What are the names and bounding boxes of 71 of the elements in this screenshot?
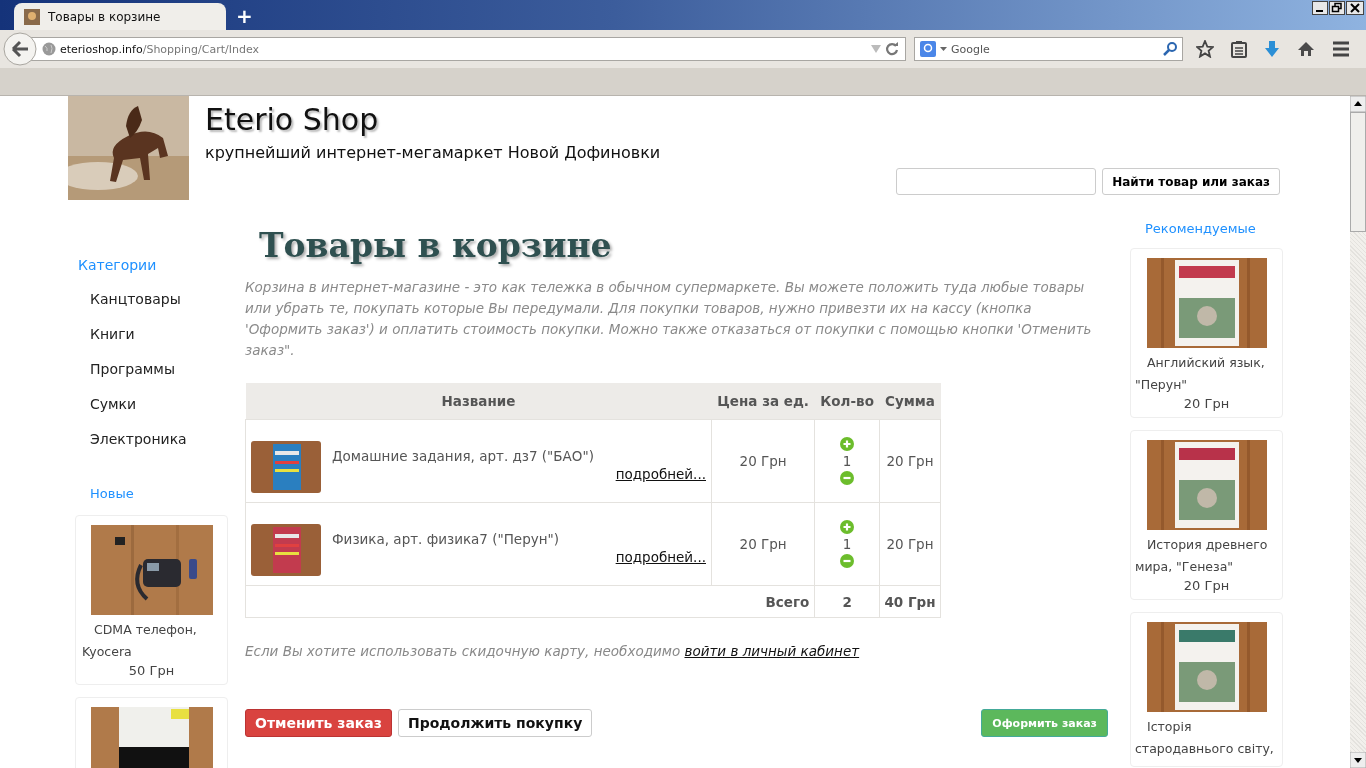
- back-icon[interactable]: [3, 32, 37, 66]
- category-link[interactable]: Электроника: [90, 431, 236, 448]
- product-card[interactable]: История древнего мира, "Генеза" 20 Грн: [1130, 430, 1283, 600]
- google-icon: [920, 41, 936, 57]
- clipboard-icon[interactable]: [1231, 40, 1247, 58]
- item-name: Физика, арт. физика7 ("Перун"): [332, 531, 560, 547]
- category-link[interactable]: Программы: [90, 361, 236, 378]
- product-price: 50 Грн: [127, 663, 176, 678]
- product-name: Английский язык, "Перун": [1135, 354, 1266, 394]
- table-cell: 20 Грн: [879, 419, 941, 503]
- total-label: Всего: [765, 593, 810, 610]
- intro-text: Корзина в интернет-магазине - это как тележка в обычном супермаркете. Вы можете положить туда любые товары или убрать те, покупать которые Вы передумали. Для покупки товаров, нужно привезти их на кассу (кнопка 'Оформить заказ') и оплатить стоимость покупки. Можно также отказаться от покупки с помощью кнопки 'Отменить заказ".: [245, 278, 1093, 360]
- item-name: Домашние задания, арт. дз7 ("БАО"): [332, 448, 595, 464]
- category-link[interactable]: Канцтовары: [90, 291, 236, 308]
- recommended-heading: Рекомендуемые: [1145, 221, 1257, 236]
- home-icon[interactable]: [1297, 41, 1315, 57]
- column-header: Цена за ед.: [711, 383, 815, 420]
- table-cell: 40 Грн: [879, 585, 941, 618]
- download-icon[interactable]: [1264, 40, 1280, 58]
- menu-icon[interactable]: [1332, 41, 1350, 57]
- column-header: Название: [245, 383, 712, 420]
- quantity: 1: [842, 453, 852, 469]
- details-link[interactable]: подробней...: [615, 549, 706, 565]
- product-card[interactable]: CDMA телефон, Kyocera 50 Грн: [75, 515, 228, 685]
- globe-icon: [42, 42, 56, 56]
- page-heading: Товары в корзине: [259, 226, 613, 265]
- product-card[interactable]: Английский язык, "Перун" 20 Грн: [1130, 248, 1283, 418]
- search-icon[interactable]: [1163, 42, 1177, 56]
- category-link[interactable]: Книги: [90, 326, 236, 343]
- restore-icon[interactable]: [1329, 1, 1345, 15]
- column-header: Кол-во: [814, 383, 880, 420]
- column-header: Сумма: [879, 383, 941, 420]
- star-icon[interactable]: [1196, 40, 1214, 58]
- scroll-down-icon[interactable]: [1350, 752, 1366, 768]
- tab-title: Товары в корзине: [48, 9, 161, 24]
- categories-heading: Категории: [78, 257, 158, 273]
- details-link[interactable]: подробней...: [615, 466, 706, 482]
- product-name: CDMA телефон, Kyocera: [82, 621, 198, 661]
- table-cell: 20 Грн: [711, 502, 815, 586]
- url-text: eterioshop.info/Shopping/Cart/Index: [60, 42, 261, 56]
- new-tab-button[interactable]: +: [236, 3, 253, 30]
- address-bar[interactable]: eterioshop.info/Shopping/Cart/Index: [29, 37, 906, 61]
- product-price: 20 Грн: [1182, 578, 1231, 593]
- search-bar[interactable]: Google: [914, 37, 1183, 61]
- new-products-heading: Новые: [90, 486, 135, 501]
- login-link[interactable]: войти в личный кабинет: [684, 643, 860, 659]
- product-price: 20 Грн: [1182, 396, 1231, 411]
- search-placeholder: Google: [951, 42, 991, 56]
- favicon-icon: [24, 8, 40, 25]
- discount-text: Если Вы хотите использовать скидочную карту, необходимо войти в личный кабинет: [245, 643, 861, 659]
- product-name: История древнего мира, "Генеза": [1135, 536, 1269, 576]
- scrollbar-thumb[interactable]: [1350, 112, 1366, 232]
- search-button[interactable]: Найти товар или заказ: [1102, 168, 1280, 195]
- cancel-order-button[interactable]: Отменить заказ: [245, 709, 392, 737]
- search-field[interactable]: [896, 168, 1097, 195]
- table-cell: 2: [814, 585, 880, 618]
- category-link[interactable]: Сумки: [90, 396, 236, 413]
- browser-tab[interactable]: Товары в корзине: [14, 3, 226, 30]
- product-name: Історія стародавнього світу,: [1135, 718, 1275, 758]
- site-title: Eterio Shop: [205, 102, 380, 137]
- minimize-icon[interactable]: [1312, 1, 1328, 15]
- caret-icon[interactable]: [940, 47, 947, 51]
- reload-icon[interactable]: [885, 42, 899, 56]
- scroll-up-icon[interactable]: [1350, 96, 1366, 112]
- product-card[interactable]: Історія стародавнього світу,: [1130, 612, 1283, 767]
- continue-shopping-button[interactable]: Продолжить покупку: [397, 709, 593, 737]
- table-cell: 20 Грн: [879, 502, 941, 586]
- quantity: 1: [842, 536, 852, 552]
- close-icon[interactable]: [1346, 1, 1364, 15]
- table-cell: 20 Грн: [711, 419, 815, 503]
- site-subtitle: крупнейший интернет-мегамаркет Новой Дофиновки: [205, 143, 662, 162]
